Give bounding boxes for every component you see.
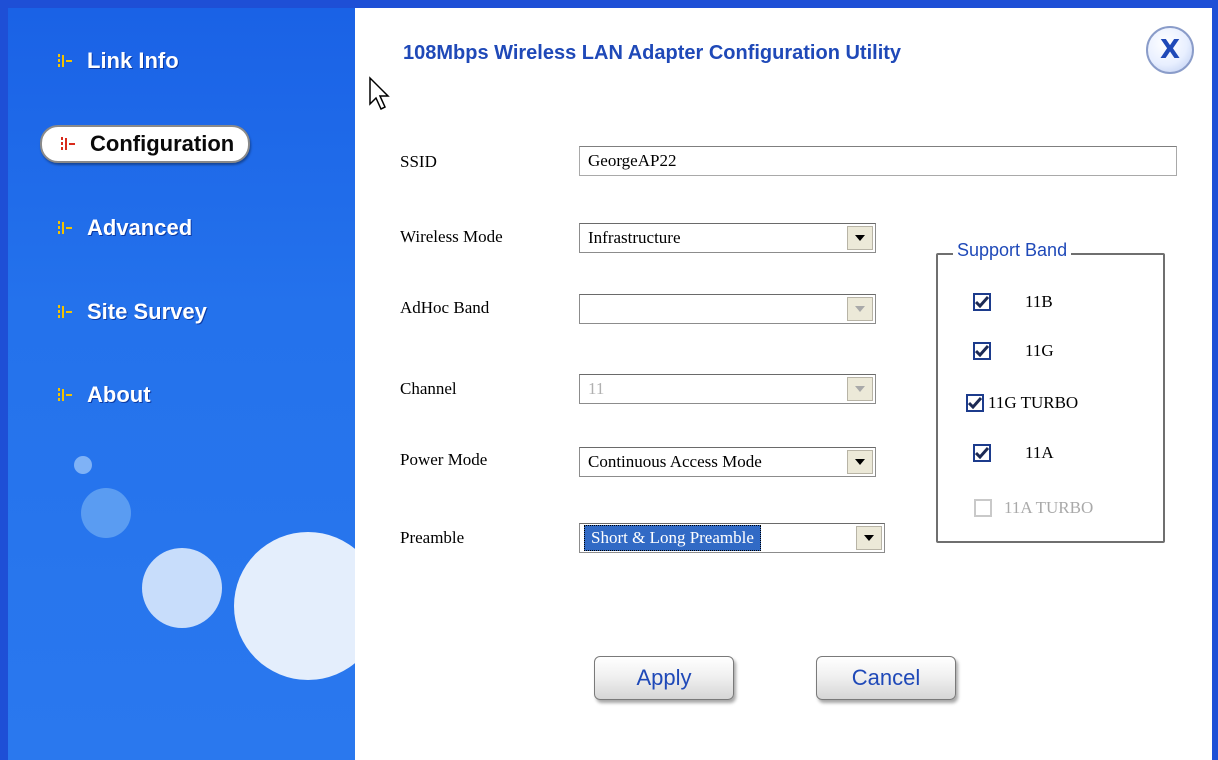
power-mode-select[interactable]: Continuous Access Mode bbox=[579, 447, 876, 477]
sidebar-item-label: Site Survey bbox=[87, 299, 207, 324]
sidebar-item-label: Configuration bbox=[90, 131, 235, 156]
window-frame-top bbox=[0, 0, 1218, 8]
power-mode-value: Continuous Access Mode bbox=[588, 452, 762, 471]
preamble-select[interactable]: Short & Long Preamble bbox=[579, 523, 885, 553]
channel-label: Channel bbox=[400, 379, 457, 398]
window-frame-right bbox=[1212, 0, 1218, 760]
preamble-label: Preamble bbox=[400, 528, 465, 547]
dropdown-arrow-icon[interactable] bbox=[847, 297, 873, 321]
wireless-mode-select[interactable]: Infrastructure bbox=[579, 223, 876, 253]
close-button[interactable]: X bbox=[1146, 26, 1194, 74]
power-mode-label: Power Mode bbox=[400, 450, 488, 469]
dropdown-arrow-icon[interactable] bbox=[856, 526, 882, 550]
sidebar-item-about[interactable]: About bbox=[57, 378, 151, 412]
adhoc-band-label: AdHoc Band bbox=[400, 298, 490, 317]
wireless-mode-value: Infrastructure bbox=[588, 228, 681, 247]
checkbox-checked-icon[interactable] bbox=[966, 394, 984, 412]
adhoc-band-select[interactable] bbox=[579, 294, 876, 324]
bars-icon bbox=[61, 137, 75, 150]
ssid-input[interactable]: GeorgeAP22 bbox=[579, 146, 1177, 176]
sidebar-item-configuration[interactable]: Configuration bbox=[40, 125, 251, 163]
checkbox-checked-icon[interactable] bbox=[973, 293, 991, 311]
close-icon: X bbox=[1159, 35, 1181, 65]
ssid-label: SSID bbox=[400, 152, 437, 171]
checkbox-unchecked-icon[interactable] bbox=[974, 499, 992, 517]
bars-icon bbox=[58, 54, 72, 67]
checkbox-label: 11A bbox=[1025, 443, 1054, 462]
dropdown-arrow-icon[interactable] bbox=[847, 226, 873, 250]
cancel-button[interactable]: Cancel bbox=[816, 656, 956, 700]
decorative-bubble bbox=[74, 456, 92, 474]
checkbox-11g-turbo[interactable]: 11G TURBO bbox=[966, 393, 1078, 413]
bars-icon bbox=[58, 221, 72, 234]
checkbox-label: 11G bbox=[1025, 341, 1054, 360]
bars-icon bbox=[58, 388, 72, 401]
page-title: 108Mbps Wireless LAN Adapter Configurati… bbox=[403, 42, 902, 64]
bars-icon bbox=[58, 305, 72, 318]
channel-select[interactable]: 11 bbox=[579, 374, 876, 404]
apply-button[interactable]: Apply bbox=[594, 656, 734, 700]
sidebar-item-site-survey[interactable]: Site Survey bbox=[57, 295, 207, 329]
checkbox-11a-turbo[interactable]: 11A TURBO bbox=[974, 498, 1093, 518]
sidebar-item-advanced[interactable]: Advanced bbox=[57, 211, 192, 245]
ssid-value: GeorgeAP22 bbox=[588, 151, 677, 170]
checkbox-checked-icon[interactable] bbox=[973, 342, 991, 360]
decorative-bubble bbox=[81, 488, 131, 538]
checkbox-11a[interactable]: 11A bbox=[973, 443, 1054, 463]
checkbox-label: 11A TURBO bbox=[1004, 498, 1094, 517]
window-frame-left bbox=[0, 0, 8, 760]
dropdown-arrow-icon[interactable] bbox=[847, 450, 873, 474]
sidebar-item-label: Link Info bbox=[87, 48, 179, 73]
decorative-bubble bbox=[234, 532, 355, 680]
wireless-mode-label: Wireless Mode bbox=[400, 227, 503, 246]
checkbox-checked-icon[interactable] bbox=[973, 444, 991, 462]
checkbox-11g[interactable]: 11G bbox=[973, 341, 1054, 361]
checkbox-11b[interactable]: 11B bbox=[973, 292, 1053, 312]
preamble-value: Short & Long Preamble bbox=[584, 525, 761, 551]
decorative-bubble bbox=[142, 548, 222, 628]
sidebar-item-label: About bbox=[87, 382, 151, 407]
sidebar-item-label: Advanced bbox=[87, 215, 193, 240]
sidebar-item-link-info[interactable]: Link Info bbox=[57, 44, 179, 78]
channel-value: 11 bbox=[588, 379, 605, 398]
mouse-cursor-icon bbox=[369, 76, 390, 111]
support-band-legend: Support Band bbox=[953, 240, 1072, 261]
checkbox-label: 11G TURBO bbox=[988, 393, 1079, 412]
checkbox-label: 11B bbox=[1025, 292, 1053, 311]
dropdown-arrow-icon[interactable] bbox=[847, 377, 873, 401]
